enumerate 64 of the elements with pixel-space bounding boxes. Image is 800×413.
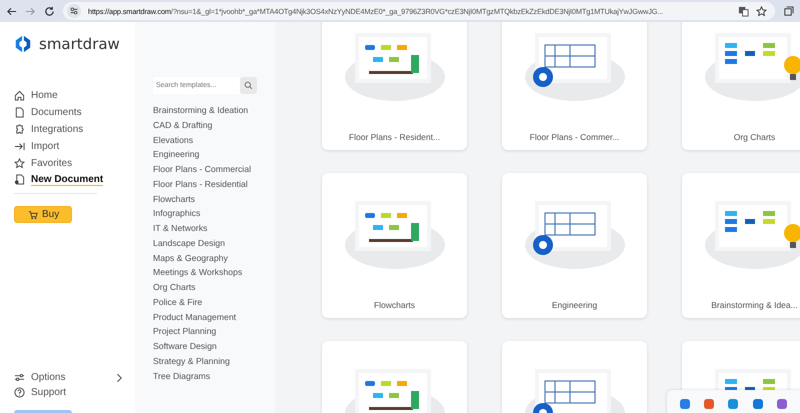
sidebar-menu-item[interactable]: Options [14,370,122,385]
nav-item[interactable]: Favorites [14,156,122,171]
search-button[interactable] [240,77,257,94]
app-icon[interactable] [752,398,763,408]
category-link[interactable]: Product Management [153,310,275,324]
nav-item[interactable]: Integrations [14,122,122,137]
tabs-icon[interactable] [783,6,794,16]
home-icon [14,90,25,101]
app-icon[interactable] [728,398,738,408]
category-link[interactable]: Maps & Geography [153,250,275,266]
category-link[interactable]: Floor Plans - Commercial [153,162,275,177]
reload-icon[interactable] [44,6,55,16]
template-card[interactable]: Brainstorming & Idea... [682,173,800,318]
nav-item[interactable]: Import [14,138,122,154]
card-title: Floor Plans - Commer... [530,132,620,142]
puzzle-icon [14,124,25,135]
category-link[interactable]: Flowcharts [153,192,275,206]
card-title: Flowcharts [374,300,416,310]
category-link[interactable]: Elevations [153,132,275,148]
app-icon[interactable] [776,398,787,408]
newdoc-icon [14,174,25,186]
category-link[interactable]: Software Design [153,339,275,354]
card-title: Floor Plans - Resident... [348,132,440,142]
chevron-right-icon [116,372,122,382]
site-settings-icon[interactable] [67,4,81,18]
category-link[interactable]: Brainstorming & Ideation [153,103,275,118]
template-card[interactable]: Org Charts [682,22,800,150]
template-card[interactable]: Floor Plans - Commer... [502,22,647,150]
nav-item[interactable]: Home [14,88,122,103]
category-link[interactable]: Tree Diagrams [153,368,275,384]
cart-icon [28,210,38,220]
buy-button[interactable]: Buy [14,206,72,224]
sliders-icon [14,372,25,383]
nav-item[interactable]: Documents [14,104,122,120]
category-link[interactable]: Landscape Design [153,236,275,250]
card-title: Engineering [552,300,598,310]
category-link[interactable]: Strategy & Planning [153,354,275,368]
sidebar-menu-item[interactable]: Support [14,385,122,400]
nav-item[interactable]: New Document [14,172,122,188]
logo-icon [14,34,32,54]
import-icon [14,140,25,152]
category-link[interactable]: Project Planning [153,324,275,339]
category-link[interactable]: CAD & Drafting [153,118,275,132]
back-icon[interactable] [6,6,17,16]
category-link[interactable]: Floor Plans - Residential [153,176,275,192]
category-link[interactable]: Org Charts [153,280,275,295]
logo-text: smartdraw [39,35,120,53]
app-icon[interactable] [704,398,714,408]
template-card[interactable]: Floor Plans - Resident... [322,22,467,150]
category-link[interactable]: Infographics [153,206,275,221]
category-link[interactable]: Engineering [153,147,275,162]
star-icon[interactable] [756,6,767,16]
category-link[interactable]: IT & Networks [153,221,275,236]
search-icon [244,81,253,90]
help-icon [14,387,25,398]
doc-icon [14,106,25,118]
app-icon[interactable] [680,398,690,408]
card-title: Org Charts [734,132,776,142]
template-card[interactable]: Flowcharts [322,173,467,318]
card-title: Brainstorming & Idea... [711,300,798,310]
category-link[interactable]: Meetings & Workshops [153,265,275,280]
template-card[interactable]: Engineering [502,173,647,318]
star-icon [14,158,25,169]
category-link[interactable]: Police & Fire [153,294,275,310]
